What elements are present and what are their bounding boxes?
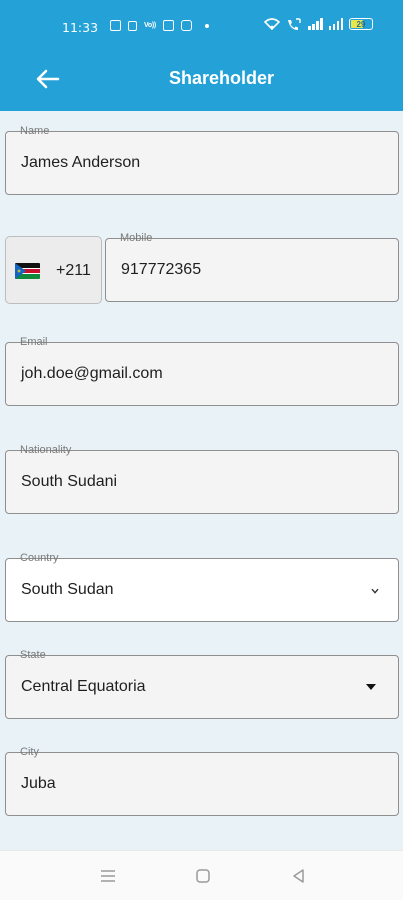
- name-label: Name: [17, 124, 53, 138]
- state-dropdown[interactable]: State Central Equatoria: [5, 648, 399, 719]
- country-code-picker[interactable]: +211: [5, 236, 102, 304]
- more-notifications-icon: [204, 23, 209, 28]
- city-value: Juba: [21, 775, 56, 792]
- state-value: Central Equatoria: [21, 678, 146, 695]
- app-header-background: 11:33 Vo)) 29 Shareholder: [0, 0, 403, 111]
- email-value: joh.doe@gmail.com: [21, 365, 163, 382]
- chevron-down-icon: [371, 588, 379, 594]
- page-title: Shareholder: [168, 68, 275, 88]
- country-code: +211: [56, 262, 91, 279]
- name-value: James Anderson: [21, 154, 141, 171]
- nationality-value: South Sudani: [21, 473, 118, 490]
- battery-level: 29: [356, 19, 366, 29]
- app-bar: Shareholder: [0, 56, 403, 111]
- email-field[interactable]: Email joh.doe@gmail.com: [5, 335, 399, 406]
- battery-icon: 29: [349, 18, 373, 30]
- nationality-field[interactable]: Nationality South Sudani: [5, 443, 399, 514]
- status-bar: 11:33 Vo)) 29: [0, 0, 403, 56]
- status-notification-icons: Vo)): [110, 20, 209, 31]
- country-label: Country: [17, 551, 62, 565]
- country-dropdown[interactable]: Country South Sudan: [5, 551, 399, 622]
- state-label: State: [17, 648, 49, 662]
- city-label: City: [17, 745, 42, 759]
- south-sudan-flag-icon: [15, 263, 40, 279]
- email-label: Email: [17, 335, 51, 349]
- lock-icon: [128, 20, 137, 31]
- bag-icon: [162, 20, 174, 31]
- volte-icon: Vo)): [144, 22, 156, 29]
- notification-icon: [110, 20, 121, 31]
- nationality-label: Nationality: [17, 443, 75, 457]
- name-field[interactable]: Name James Anderson: [5, 124, 399, 195]
- call-icon: [288, 18, 301, 30]
- back-triangle-icon[interactable]: [288, 866, 310, 886]
- system-navigation-bar: [0, 850, 403, 900]
- message-icon: [180, 20, 192, 31]
- mobile-label: Mobile: [117, 231, 156, 245]
- mobile-value: 917772365: [121, 261, 202, 278]
- menu-icon[interactable]: [97, 866, 119, 886]
- city-field[interactable]: City Juba: [5, 745, 399, 816]
- status-time: 11:33: [62, 20, 99, 35]
- signal-strength-icon: [308, 18, 323, 30]
- status-system-icons: 29: [264, 18, 373, 30]
- home-square-icon[interactable]: [192, 866, 214, 886]
- wifi-icon: [264, 18, 280, 30]
- signal-strength-icon-2: [328, 18, 343, 30]
- mobile-field[interactable]: Mobile 917772365: [105, 231, 399, 302]
- dropdown-triangle-icon: [366, 684, 376, 690]
- country-value: South Sudan: [21, 581, 114, 598]
